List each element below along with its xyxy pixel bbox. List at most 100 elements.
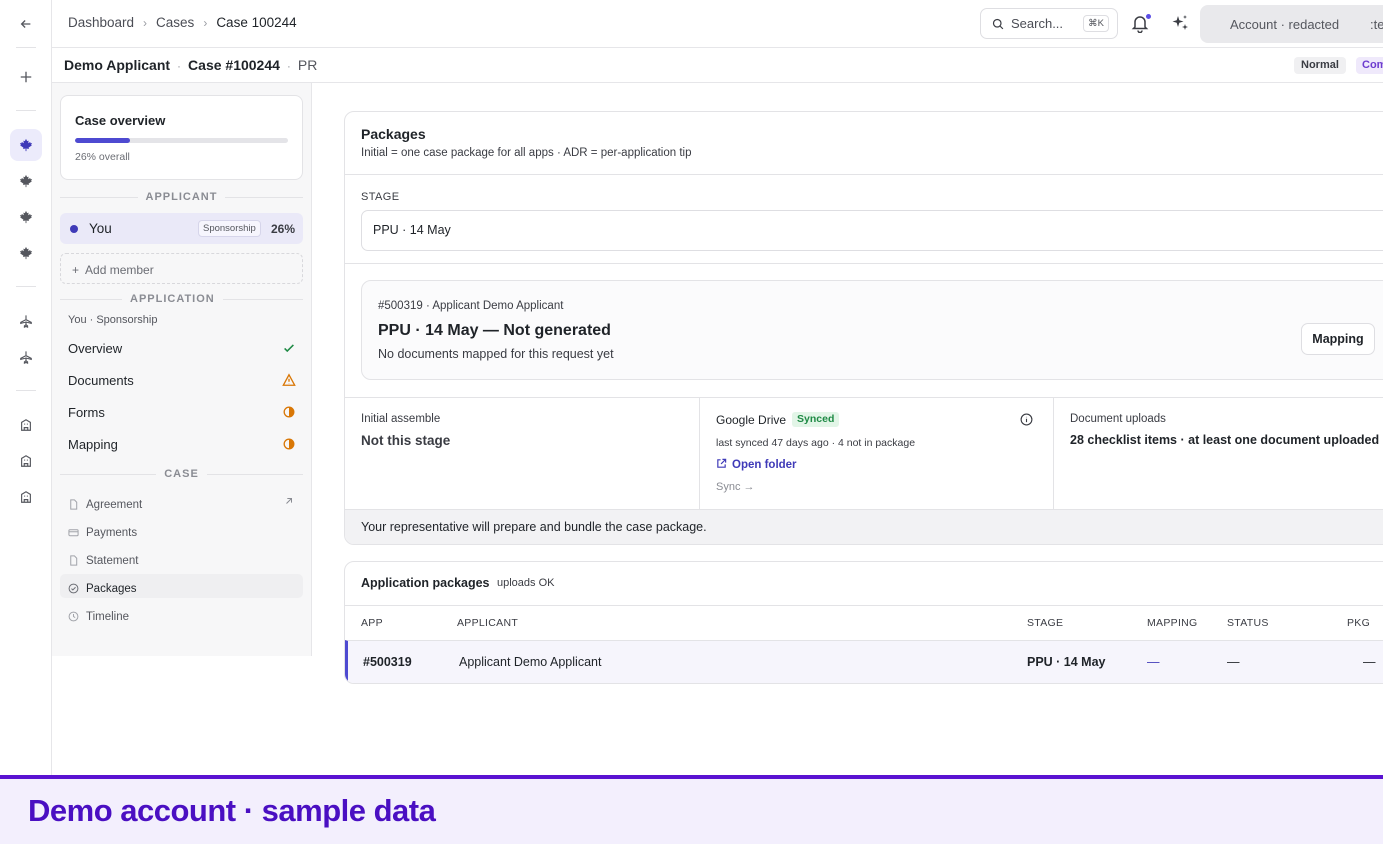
divider <box>345 174 1383 175</box>
stage-select[interactable]: PPU · 14 May <box>361 210 1383 251</box>
plane-icon[interactable] <box>10 341 42 373</box>
generation-title: PPU · 14 May — Not generated <box>378 322 611 339</box>
back-arrow-icon[interactable] <box>10 8 42 40</box>
plane-icon[interactable] <box>10 305 42 337</box>
half-circle-icon <box>282 437 296 451</box>
packages-title: Packages <box>361 126 426 142</box>
open-folder-link[interactable]: Open folder <box>716 458 797 472</box>
search-button[interactable]: Search... ⌘K <box>980 8 1118 39</box>
plus-icon[interactable] <box>10 61 42 93</box>
demo-banner: Demo account · sample data <box>0 775 1383 844</box>
open-folder-label: Open folder <box>732 459 797 471</box>
warning-icon <box>282 373 296 387</box>
applicant-name: You <box>89 221 112 236</box>
google-drive-label: Google Drive <box>716 412 787 427</box>
sidebar-item-label: Documents <box>68 373 134 388</box>
applicant-tag: Sponsorship <box>198 220 261 237</box>
building-icon[interactable] <box>10 445 42 477</box>
generation-id-line: #500319 · Applicant Demo Applicant <box>378 300 564 312</box>
sidebar-item-timeline[interactable]: Timeline <box>60 602 303 626</box>
document-uploads-label: Document uploads <box>1070 413 1166 425</box>
account-label: Account · redacted <box>1230 17 1340 32</box>
breadcrumb: Dashboard › Cases › Case 100244 <box>68 15 297 30</box>
sidebar-item-statement[interactable]: Statement <box>60 546 303 570</box>
document-uploads-column: Document uploads 28 checklist items · at… <box>1054 398 1383 509</box>
search-icon <box>992 18 1004 30</box>
sidebar-item-label: Packages <box>86 582 137 595</box>
info-icon[interactable] <box>1020 413 1033 426</box>
rail-divider <box>16 110 36 111</box>
top-bar: Dashboard › Cases › Case 100244 Search..… <box>52 0 1383 48</box>
bell-icon[interactable] <box>1130 13 1152 35</box>
packages-card: Packages Initial = one case package for … <box>344 111 1383 545</box>
uploads-status-badge: uploads OK <box>497 577 555 589</box>
application-packages-title: Application packages <box>361 576 490 590</box>
sync-button[interactable]: Sync → <box>716 481 755 493</box>
sidebar-item-overview[interactable]: Overview <box>60 335 303 363</box>
case-header: Demo Applicant · Case #100244 · PR Norma… <box>52 48 1383 83</box>
google-drive-column: Google Drive Synced last synced 47 days … <box>700 398 1054 509</box>
sidebar-item-label: Payments <box>86 526 138 539</box>
account-overflow-text: :te <box>1370 17 1383 32</box>
table-row[interactable]: #500319 Applicant Demo Applicant PPU · 1… <box>345 640 1383 683</box>
overview-progress-bar <box>75 138 288 143</box>
case-overview-card[interactable]: Case overview 26% overall <box>60 95 303 180</box>
generation-status-card: #500319 · Applicant Demo Applicant PPU ·… <box>361 280 1383 380</box>
card-icon <box>68 527 79 538</box>
column-header-status: STATUS <box>1227 617 1269 629</box>
sidebar-item-packages[interactable]: Packages <box>60 574 303 598</box>
sidebar-item-label: Timeline <box>86 610 130 623</box>
initial-assemble-label: Initial assemble <box>361 413 441 425</box>
cell-stage: PPU · 14 May <box>1027 655 1106 669</box>
sidebar-item-label: Overview <box>68 341 123 356</box>
applicant-row-you[interactable]: You Sponsorship 26% <box>60 213 303 244</box>
sidebar-item-documents[interactable]: Documents <box>60 367 303 395</box>
sidebar-item-agreement[interactable]: Agreement <box>60 490 303 514</box>
maple-leaf-icon[interactable] <box>10 129 42 161</box>
application-subtitle: You · Sponsorship <box>68 314 158 326</box>
breadcrumb-current: Case 100244 <box>216 15 297 30</box>
maple-leaf-icon[interactable] <box>10 201 42 233</box>
building-icon[interactable] <box>10 481 42 513</box>
breadcrumb-dashboard[interactable]: Dashboard <box>68 15 134 30</box>
chevron-right-icon: › <box>143 15 148 30</box>
mapping-button[interactable]: Mapping <box>1301 323 1375 355</box>
document-uploads-value: 28 checklist items · at least one docume… <box>1070 433 1380 447</box>
column-header-mapping: MAPPING <box>1147 617 1198 629</box>
stage-value: PPU · 14 May <box>373 223 451 237</box>
building-icon[interactable] <box>10 409 42 441</box>
external-link-icon <box>284 496 294 506</box>
generation-description: No documents mapped for this request yet <box>378 347 614 361</box>
separator: · <box>286 59 291 73</box>
maple-leaf-icon[interactable] <box>10 237 42 269</box>
applicant-dot <box>70 225 78 233</box>
add-member-label: Add member <box>85 263 154 277</box>
initial-assemble-value: Not this stage <box>361 433 451 448</box>
breadcrumb-cases[interactable]: Cases <box>156 15 194 30</box>
sidebar-item-forms[interactable]: Forms <box>60 399 303 427</box>
account-menu[interactable]: Account · redacted <box>1200 5 1383 43</box>
sidebar-item-payments[interactable]: Payments <box>60 518 303 542</box>
search-label: Search... <box>1011 16 1064 31</box>
priority-badge: Normal <box>1294 57 1346 74</box>
sidebar-item-label: Forms <box>68 405 105 420</box>
status-badge: Com <box>1356 57 1383 74</box>
search-shortcut: ⌘K <box>1083 15 1109 32</box>
divider <box>345 605 1383 606</box>
left-rail <box>0 0 52 776</box>
applicant-section-heading: APPLICANT <box>60 190 304 204</box>
google-drive-meta: last synced 47 days ago · 4 not in packa… <box>716 437 916 449</box>
representative-note: Your representative will prepare and bun… <box>345 509 1383 544</box>
case-section-heading: CASE <box>60 467 303 481</box>
stage-label: STAGE <box>361 191 400 203</box>
packages-subtitle: Initial = one case package for all apps … <box>361 147 692 159</box>
synced-badge: Synced <box>792 412 840 427</box>
demo-banner-text: Demo account · sample data <box>28 793 436 828</box>
maple-leaf-icon[interactable] <box>10 165 42 197</box>
sidebar-item-mapping[interactable]: Mapping <box>60 431 303 459</box>
application-section-heading: APPLICATION <box>60 292 303 306</box>
sparkle-icon[interactable] <box>1170 13 1192 35</box>
overview-progress-fill <box>75 138 131 143</box>
add-member-button[interactable]: + Add member <box>60 253 303 284</box>
package-info-columns: Initial assemble Not this stage Google D… <box>345 397 1383 509</box>
